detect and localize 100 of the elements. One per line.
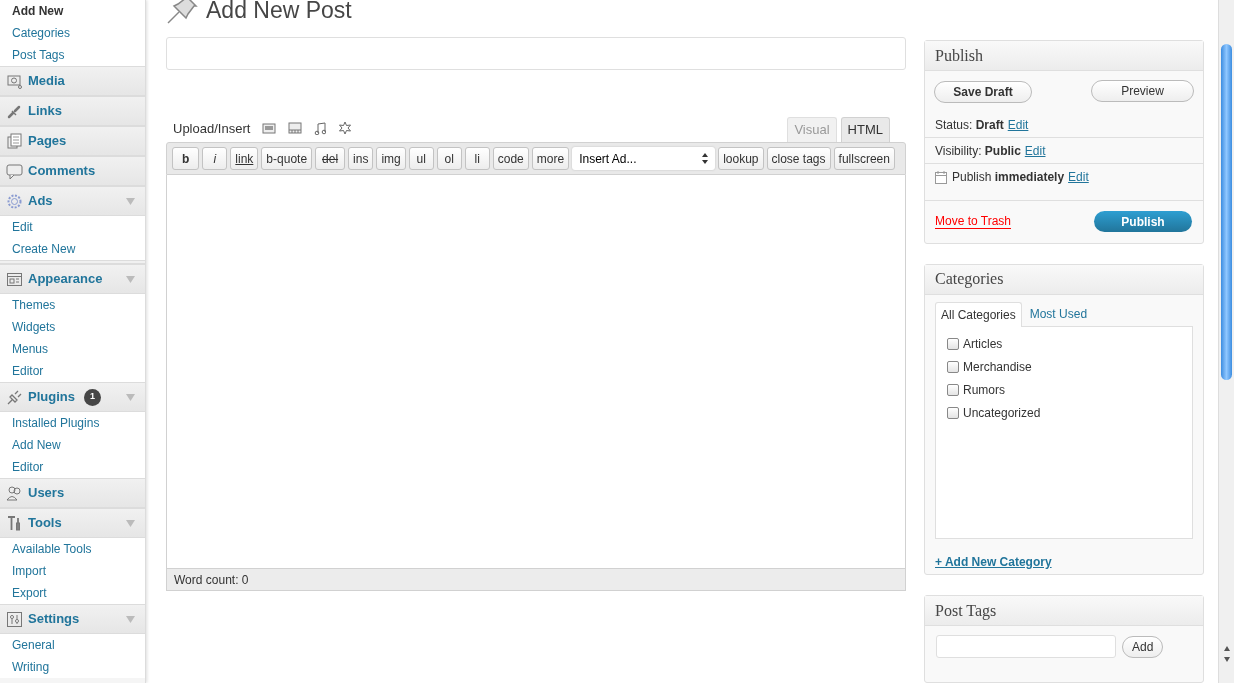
plug-icon — [6, 388, 23, 406]
toolbar-button[interactable]: del — [315, 147, 346, 170]
pushpin-icon — [166, 0, 198, 24]
sidebar-item[interactable]: Import — [0, 560, 145, 582]
category-tab[interactable]: All Categories — [935, 301, 1022, 327]
sidebar-menu-header[interactable]: Plugins 1 — [0, 382, 145, 412]
add-new-category-link[interactable]: + Add New Category — [935, 552, 1052, 571]
sidebar-menu-label: Settings — [28, 610, 80, 629]
insert-ad-dropdown[interactable]: Insert Ad... — [572, 147, 716, 170]
save-draft-button[interactable]: Save Draft — [934, 81, 1032, 103]
publish-setting: Visibility: Public — [935, 142, 1021, 160]
expand-arrow-icon[interactable] — [126, 197, 135, 205]
toolbar-button[interactable]: link — [230, 147, 259, 170]
panel-title: Publish — [935, 45, 983, 66]
edit-link[interactable]: Edit — [1007, 115, 1029, 134]
sidebar-menu-header[interactable]: Settings — [0, 604, 145, 634]
upload-label: Upload/Insert — [173, 119, 251, 138]
publish-button[interactable]: Publish — [1094, 211, 1192, 233]
expand-arrow-icon[interactable] — [126, 519, 135, 527]
category-label: Rumors — [963, 381, 1005, 399]
panel-title: Categories — [935, 269, 1004, 290]
toolbar-button[interactable]: b — [172, 147, 200, 170]
category-label: Uncategorized — [963, 404, 1041, 422]
sidebar-menu-label: Plugins — [28, 388, 75, 407]
checkbox[interactable] — [947, 383, 959, 396]
sidebar-item[interactable]: Available Tools — [0, 538, 145, 560]
editor-tab[interactable]: HTML — [840, 117, 890, 142]
expand-arrow-icon[interactable] — [126, 275, 135, 283]
sidebar-menu-header[interactable]: Ads — [0, 186, 145, 216]
toolbar-button[interactable]: more — [531, 147, 570, 170]
sidebar-item[interactable]: Writing — [0, 656, 145, 678]
sidebar-menu-label: Media — [28, 72, 65, 91]
toolbar-button[interactable]: close tags — [766, 147, 831, 170]
sidebar-menu-label: Tools — [28, 514, 62, 533]
edit-link[interactable]: Edit — [1068, 168, 1089, 186]
toolbar-button[interactable]: ins — [348, 147, 374, 170]
toolbar-button[interactable]: code — [492, 147, 529, 170]
checkbox[interactable] — [947, 337, 959, 350]
preview-button[interactable]: Preview — [1091, 80, 1194, 102]
sidebar-item[interactable]: Categories — [0, 22, 145, 44]
panel-title: Post Tags — [935, 600, 997, 622]
toolbar-button[interactable]: fullscreen — [833, 147, 895, 170]
sidebar-menu-header[interactable]: Links — [0, 96, 145, 126]
pages-icon — [6, 132, 23, 150]
sidebar-item[interactable]: General — [0, 634, 145, 656]
scrollbar[interactable] — [1218, 0, 1234, 683]
sidebar-menu-header[interactable]: Tools — [0, 508, 145, 538]
sidebar-item[interactable]: Create New — [0, 238, 145, 260]
sidebar-item[interactable]: Post Tags — [0, 44, 145, 66]
category-label: Merchandise — [963, 358, 1032, 376]
toolbar-button[interactable]: img — [376, 147, 406, 170]
sliders-icon — [6, 610, 23, 628]
select-arrows-icon — [702, 153, 709, 164]
video-icon[interactable] — [288, 122, 303, 135]
category-tab[interactable]: Most Used — [1021, 301, 1096, 327]
sidebar-menu-header[interactable]: Media — [0, 66, 145, 96]
toolbar-button[interactable]: ul — [408, 147, 434, 170]
sidebar-item[interactable]: Add New — [0, 0, 145, 22]
title-input[interactable] — [166, 37, 906, 70]
sidebar-item[interactable]: Edit — [0, 216, 145, 238]
sidebar-menu-header[interactable]: Users — [0, 478, 145, 508]
sidebar-menu-label: Users — [28, 484, 65, 503]
move-to-trash-link[interactable]: Move to Trash — [935, 214, 1012, 230]
word-count: Word count: 0 — [174, 571, 249, 589]
star-icon[interactable] — [338, 121, 353, 136]
expand-arrow-icon[interactable] — [126, 615, 135, 623]
toolbar-button[interactable]: i — [202, 147, 228, 170]
gear-icon — [6, 192, 23, 210]
sidebar-item[interactable]: Installed Plugins — [0, 412, 145, 434]
tag-input[interactable] — [936, 635, 1116, 659]
toolbar-button[interactable]: ol — [436, 147, 462, 170]
music-icon[interactable] — [314, 121, 327, 135]
sidebar-item[interactable]: Themes — [0, 294, 145, 316]
sidebar-item[interactable]: Widgets — [0, 316, 145, 338]
category-label: Articles — [963, 335, 1003, 353]
speech-bubble-icon — [6, 162, 23, 180]
sidebar-menu-header[interactable]: Appearance — [0, 264, 145, 294]
toolbar-button[interactable]: lookup — [718, 147, 764, 170]
sidebar-item[interactable]: Export — [0, 582, 145, 604]
edit-link[interactable]: Edit — [1024, 141, 1046, 160]
sidebar-item[interactable]: Editor — [0, 456, 145, 478]
update-count-badge: 1 — [83, 388, 101, 406]
sidebar-menu-label: Links — [28, 102, 62, 121]
image-icon[interactable] — [262, 122, 277, 135]
sidebar-menu-label: Pages — [28, 132, 67, 151]
toolbar-button[interactable]: li — [464, 147, 490, 170]
toolbar-button[interactable]: b-quote — [261, 147, 313, 170]
sidebar-item[interactable]: Editor — [0, 360, 145, 382]
page-title: Add New Post — [206, 0, 352, 25]
users-icon — [6, 484, 23, 502]
sidebar-item[interactable]: Add New — [0, 434, 145, 456]
checkbox[interactable] — [947, 360, 959, 373]
add-button[interactable]: Add — [1122, 635, 1164, 658]
expand-arrow-icon[interactable] — [126, 393, 135, 401]
sidebar-menu-label: Appearance — [28, 270, 103, 289]
scrollbar-thumb[interactable] — [1221, 44, 1232, 380]
sidebar-menu-header[interactable]: Pages — [0, 126, 145, 156]
sidebar-menu-header[interactable]: Comments — [0, 156, 145, 186]
checkbox[interactable] — [947, 406, 959, 419]
sidebar-item[interactable]: Menus — [0, 338, 145, 360]
